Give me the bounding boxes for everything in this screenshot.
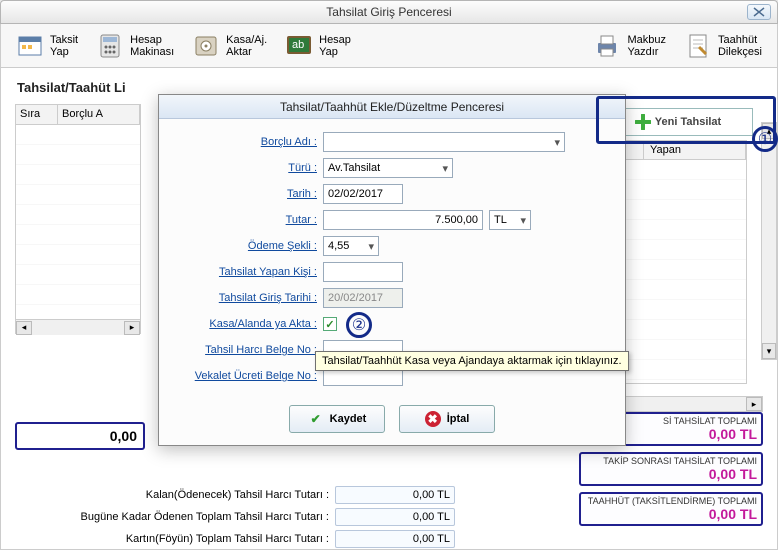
col-sira[interactable]: Sıra	[16, 105, 58, 124]
edit-modal: Tahsilat/Taahhüt Ekle/Düzeltme Penceresi…	[158, 94, 626, 446]
lbl-borclu[interactable]: Borçlu Adı :	[171, 136, 317, 148]
list-hscroll[interactable]: ◂ ▸	[16, 319, 140, 335]
lbl-yapan[interactable]: Tahsilat Yapan Kişi :	[171, 266, 317, 278]
annotation-1: ①	[752, 126, 778, 152]
modal-title: Tahsilat/Taahhüt Ekle/Düzeltme Penceresi	[159, 95, 625, 119]
main-toolbar: Taksit Yap Hesap Makinası Kasa/Aj. Aktar…	[0, 24, 778, 68]
window-close-button[interactable]	[747, 4, 771, 20]
check-icon: ✔	[308, 411, 324, 427]
printer-icon	[593, 32, 621, 60]
makbuz-label: Makbuz Yazdır	[627, 34, 666, 58]
giris-input	[323, 288, 403, 308]
save-label: Kaydet	[330, 413, 367, 425]
turu-value: Av.Tahsilat	[328, 162, 380, 174]
taksit-label: Taksit Yap	[50, 34, 78, 58]
hesap-yap-button[interactable]: ab Hesap Yap	[278, 29, 358, 63]
kalan-value: 0,00 TL	[335, 486, 455, 504]
calendar-icon	[16, 32, 44, 60]
right-vscroll[interactable]: ▴ ▾	[761, 122, 777, 360]
lbl-kasa[interactable]: Kasa/Alanda ya Akta :	[171, 318, 317, 330]
total-box-2: TAKİP SONRASI TAHSİLAT TOPLAMI 0,00 TL	[579, 452, 763, 486]
taahhut-dilekcesi-button[interactable]: Taahhüt Dilekçesi	[677, 29, 769, 63]
lbl-tutar[interactable]: Tutar :	[171, 214, 317, 226]
right-hscroll[interactable]: ◂ ▸	[603, 396, 763, 412]
board-icon: ab	[285, 32, 313, 60]
total2-value: 0,00 TL	[585, 466, 757, 482]
scroll-left-icon[interactable]: ◂	[16, 321, 32, 335]
lbl-odeme[interactable]: Ödeme Şekli :	[171, 240, 317, 252]
kartin-label: Kartın(Föyün) Toplam Tahsil Harcı Tutarı…	[15, 533, 329, 545]
close-icon	[753, 7, 765, 17]
svg-text:ab: ab	[292, 39, 304, 51]
cancel-label: İptal	[447, 413, 470, 425]
window-title: Tahsilat Giriş Penceresi	[326, 5, 451, 19]
section-title: Tahsilat/Taahüt Li	[17, 80, 763, 95]
lbl-turu[interactable]: Türü :	[171, 162, 317, 174]
total2-label: TAKİP SONRASI TAHSİLAT TOPLAMI	[585, 456, 757, 466]
odeme-value: 4,55	[328, 240, 349, 252]
safe-icon	[192, 32, 220, 60]
annotation-2: ②	[346, 312, 372, 338]
small-total-value: 0,00	[15, 422, 145, 450]
cancel-icon: ✖	[425, 411, 441, 427]
hesap-yap-label: Hesap Yap	[319, 34, 351, 58]
currency-value: TL	[494, 214, 507, 226]
kalan-label: Kalan(Ödenecek) Tahsil Harcı Tutarı :	[15, 489, 329, 501]
taksit-yap-button[interactable]: Taksit Yap	[9, 29, 85, 63]
kartin-value: 0,00 TL	[335, 530, 455, 548]
scroll-down-icon[interactable]: ▾	[762, 343, 776, 359]
lbl-tahsil-belge[interactable]: Tahsil Harcı Belge No :	[171, 344, 317, 356]
tarih-input[interactable]	[323, 184, 403, 204]
borclu-select[interactable]	[323, 132, 565, 152]
annotation-box-1	[596, 96, 776, 144]
hesap-makinasi-button[interactable]: Hesap Makinası	[89, 29, 181, 63]
total3-value: 0,00 TL	[585, 506, 757, 522]
save-button[interactable]: ✔ Kaydet	[289, 405, 385, 433]
col-borclu[interactable]: Borçlu A	[58, 105, 140, 124]
kasa-tooltip: Tahsilat/Taahhüt Kasa veya Ajandaya akta…	[315, 351, 629, 371]
kasa-checkbox[interactable]: ✓	[323, 317, 337, 331]
lbl-vekalet-belge[interactable]: Vekalet Ücreti Belge No :	[171, 370, 317, 382]
lbl-tarih[interactable]: Tarih :	[171, 188, 317, 200]
taahhut-label: Taahhüt Dilekçesi	[718, 34, 762, 58]
turu-select[interactable]: Av.Tahsilat	[323, 158, 453, 178]
kasa-aktar-label: Kasa/Aj. Aktar	[226, 34, 267, 58]
cancel-button[interactable]: ✖ İptal	[399, 405, 495, 433]
hesap-makinasi-label: Hesap Makinası	[130, 34, 174, 58]
total3-label: TAAHHÜT (TAKSİTLENDİRME) TOPLAMI	[585, 496, 757, 506]
bugune-value: 0,00 TL	[335, 508, 455, 526]
currency-select[interactable]: TL	[489, 210, 531, 230]
tutar-input[interactable]	[323, 210, 483, 230]
scroll-right-icon[interactable]: ▸	[124, 321, 140, 335]
odeme-select[interactable]: 4,55	[323, 236, 379, 256]
makbuz-yazdir-button[interactable]: Makbuz Yazdır	[586, 29, 673, 63]
scroll-right-icon[interactable]: ▸	[746, 397, 762, 411]
calculator-icon	[96, 32, 124, 60]
list-rows[interactable]	[16, 125, 140, 319]
list-table: Sıra Borçlu A ◂ ▸	[15, 104, 141, 334]
total-box-3: TAAHHÜT (TAKSİTLENDİRME) TOPLAMI 0,00 TL	[579, 492, 763, 526]
yapan-input[interactable]	[323, 262, 403, 282]
kasa-aktar-button[interactable]: Kasa/Aj. Aktar	[185, 29, 274, 63]
bugune-label: Bugüne Kadar Ödenen Toplam Tahsil Harcı …	[15, 511, 329, 523]
lbl-giris[interactable]: Tahsilat Giriş Tarihi :	[171, 292, 317, 304]
document-icon	[684, 32, 712, 60]
